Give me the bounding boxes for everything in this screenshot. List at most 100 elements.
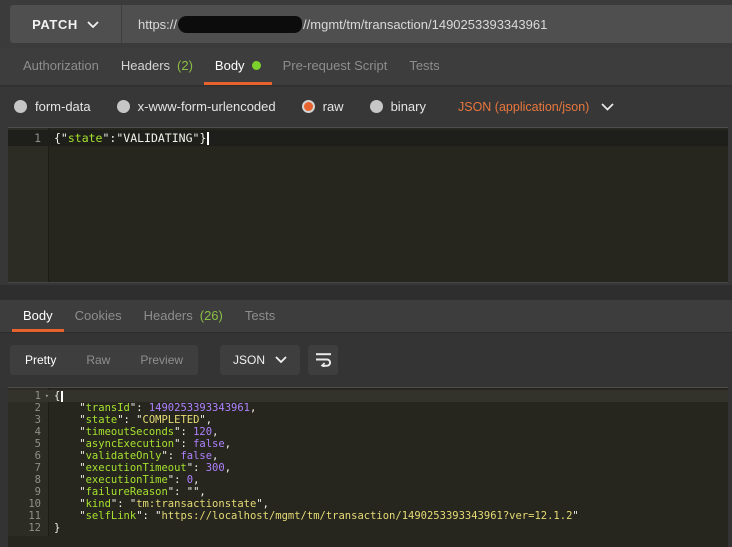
request-body-section: 1{"state":"VALIDATING"} [0, 126, 732, 285]
radio-icon[interactable] [117, 100, 130, 113]
method-dropdown[interactable]: PATCH [10, 5, 122, 43]
section-divider [0, 285, 732, 300]
tab-label: Headers [121, 58, 170, 73]
line-number: 2 [8, 402, 49, 414]
code-line[interactable]: 1{"state":"VALIDATING"} [8, 130, 728, 146]
code-line[interactable]: 2 "transId": 1490253393343961, [8, 402, 728, 414]
line-number: 9 [8, 486, 49, 498]
response-toolbar: Pretty Raw Preview JSON [0, 332, 732, 386]
editor-gutter [8, 128, 49, 282]
request-url-bar: PATCH https:// //mgmt/tm/transaction/149… [0, 0, 732, 48]
radio-x-www-form-urlencoded[interactable]: x-www-form-urlencoded [117, 99, 276, 114]
tab-label: Tests [409, 58, 439, 73]
line-number: 3 [8, 414, 49, 426]
response-tab-body[interactable]: Body [12, 300, 64, 332]
code-text: "executionTime": 0, [49, 474, 199, 486]
content-type-dropdown[interactable]: JSON (application/json) [458, 100, 614, 114]
code-text: } [49, 522, 60, 534]
tab-label: Authorization [23, 58, 99, 73]
tab-count: (2) [177, 58, 193, 73]
tab-tests[interactable]: Tests [398, 48, 450, 85]
body-mode-row: form-data x-www-form-urlencoded raw bina… [0, 87, 732, 126]
radio-raw[interactable]: raw [302, 99, 344, 114]
method-label: PATCH [32, 17, 78, 32]
body-filled-dot-indicator [252, 61, 261, 70]
request-tabs-bar: Authorization Headers (2) Body Pre-reque… [0, 48, 732, 86]
line-number: 1▾ [8, 390, 49, 402]
line-number: 10 [8, 498, 49, 510]
code-line[interactable]: 4 "timeoutSeconds": 120, [8, 426, 728, 438]
response-tabs-bar: Body Cookies Headers (26) Tests [0, 300, 732, 332]
code-line[interactable]: 8 "executionTime": 0, [8, 474, 728, 486]
radio-icon[interactable] [14, 100, 27, 113]
tab-label: Pre-request Script [283, 58, 388, 73]
url-suffix: //mgmt/tm/transaction/1490253393343961 [303, 17, 547, 32]
response-body-viewer[interactable]: 1▾{2 "transId": 1490253393343961,3 "stat… [8, 387, 728, 547]
radio-icon[interactable] [370, 100, 383, 113]
view-mode-pretty[interactable]: Pretty [10, 345, 71, 375]
radio-selected-icon[interactable] [302, 100, 315, 113]
chevron-down-icon [275, 356, 287, 363]
response-tab-headers[interactable]: Headers (26) [133, 300, 234, 332]
radio-label: x-www-form-urlencoded [138, 99, 276, 114]
wrap-text-icon [315, 352, 332, 367]
chevron-down-icon [601, 103, 614, 111]
code-line[interactable]: 10 "kind": "tm:transactionstate", [8, 498, 728, 510]
code-line[interactable]: 5 "asyncExecution": false, [8, 438, 728, 450]
tab-label: Headers [144, 308, 193, 323]
text-cursor [61, 391, 63, 402]
code-line[interactable]: 7 "executionTimeout": 300, [8, 462, 728, 474]
code-text: "failureReason": "", [49, 486, 206, 498]
tab-body[interactable]: Body [204, 48, 272, 85]
response-format-dropdown[interactable]: JSON [220, 345, 300, 375]
line-number: 5 [8, 438, 49, 450]
request-body-editor[interactable]: 1{"state":"VALIDATING"} [8, 127, 728, 283]
code-line[interactable]: 12} [8, 522, 728, 534]
code-text: "kind": "tm:transactionstate", [49, 498, 269, 510]
code-line[interactable]: 9 "failureReason": "", [8, 486, 728, 498]
url-prefix: https:// [138, 17, 177, 32]
view-mode-preview[interactable]: Preview [125, 345, 198, 375]
code-text: { [49, 390, 63, 402]
view-mode-raw[interactable]: Raw [71, 345, 125, 375]
line-number: 6 [8, 450, 49, 462]
code-text: "selfLink": "https://localhost/mgmt/tm/t… [49, 510, 579, 522]
view-mode-group: Pretty Raw Preview [10, 345, 198, 375]
line-number: 12 [8, 522, 49, 534]
response-tab-cookies[interactable]: Cookies [64, 300, 133, 332]
code-text: "state": "COMPLETED", [49, 414, 212, 426]
code-line[interactable]: 6 "validateOnly": false, [8, 450, 728, 462]
code-text: "asyncExecution": false, [49, 438, 231, 450]
wrap-text-button[interactable] [308, 345, 338, 375]
code-line[interactable]: 3 "state": "COMPLETED", [8, 414, 728, 426]
code-text: "timeoutSeconds": 120, [49, 426, 218, 438]
radio-form-data[interactable]: form-data [14, 99, 91, 114]
tab-headers[interactable]: Headers (2) [110, 48, 204, 85]
line-number: 7 [8, 462, 49, 474]
url-container: PATCH https:// //mgmt/tm/transaction/149… [10, 5, 732, 43]
content-type-label: JSON (application/json) [458, 100, 589, 114]
tab-label: Tests [245, 308, 275, 323]
code-text: "validateOnly": false, [49, 450, 218, 462]
radio-binary[interactable]: binary [370, 99, 426, 114]
response-body-section: 1▾{2 "transId": 1490253393343961,3 "stat… [0, 386, 732, 547]
chevron-down-icon [87, 21, 99, 28]
radio-label: binary [391, 99, 426, 114]
radio-label: form-data [35, 99, 91, 114]
code-line[interactable]: 11 "selfLink": "https://localhost/mgmt/t… [8, 510, 728, 522]
url-input[interactable]: https:// //mgmt/tm/transaction/149025339… [122, 5, 732, 43]
tab-label: Body [23, 308, 53, 323]
tab-label: Body [215, 58, 245, 73]
tab-pre-request-script[interactable]: Pre-request Script [272, 48, 399, 85]
code-text: "executionTimeout": 300, [49, 462, 231, 474]
code-line[interactable]: 1▾{ [8, 390, 728, 402]
tab-authorization[interactable]: Authorization [12, 48, 110, 85]
line-number: 4 [8, 426, 49, 438]
response-tab-tests[interactable]: Tests [234, 300, 286, 332]
radio-label: raw [323, 99, 344, 114]
fold-arrow-icon[interactable]: ▾ [45, 390, 49, 402]
redacted-url-segment [178, 16, 302, 33]
code-text: {"state":"VALIDATING"} [49, 130, 209, 146]
tab-label: Cookies [75, 308, 122, 323]
line-number: 8 [8, 474, 49, 486]
